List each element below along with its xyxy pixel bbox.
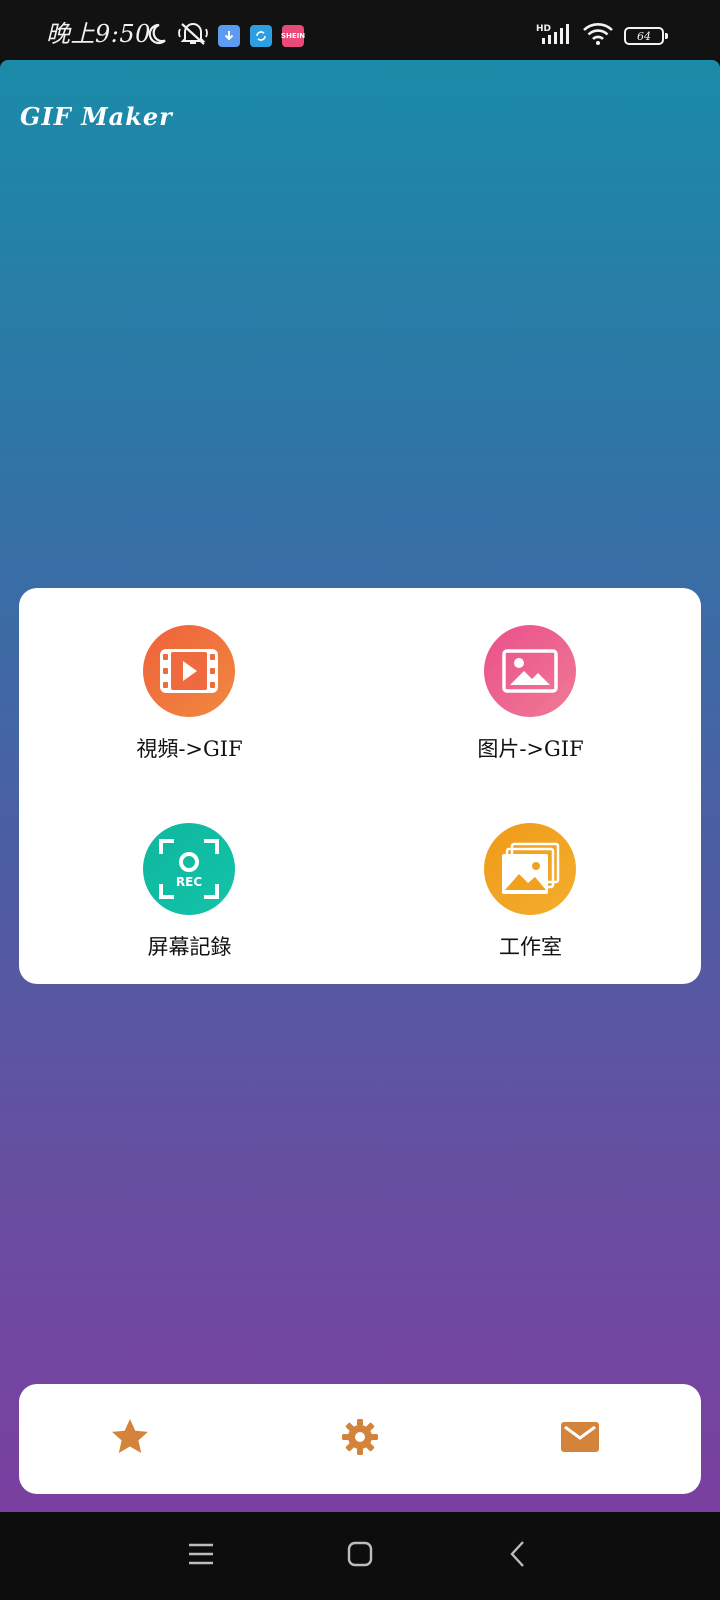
battery-icon: 64 bbox=[624, 27, 668, 45]
mute-icon bbox=[178, 21, 208, 51]
app-background: GIF Maker 視頻->GIF 图片->GIF REC 屏幕記錄 工作室 bbox=[0, 60, 720, 1512]
wifi-icon bbox=[582, 22, 614, 50]
menu-item-studio[interactable]: 工作室 bbox=[360, 786, 701, 984]
status-time: 晚上9:50 bbox=[46, 20, 151, 48]
mail-button[interactable] bbox=[555, 1414, 605, 1464]
app-title: GIF Maker bbox=[20, 102, 173, 131]
menu-item-video-to-gif[interactable]: 視頻->GIF bbox=[19, 588, 360, 786]
image-icon bbox=[484, 625, 576, 717]
hd-signal-icon: HD bbox=[536, 22, 572, 50]
home-icon bbox=[347, 1541, 373, 1571]
home-button[interactable] bbox=[338, 1534, 382, 1578]
system-nav-bar bbox=[0, 1512, 720, 1600]
download-app-icon bbox=[218, 25, 240, 47]
mail-icon bbox=[560, 1421, 600, 1457]
star-icon bbox=[110, 1417, 150, 1461]
sync-app-icon bbox=[250, 25, 272, 47]
rec-text: REC bbox=[176, 875, 202, 889]
moon-icon bbox=[144, 22, 168, 50]
status-bar: 晚上9:50 SHEIN HD 64 bbox=[0, 0, 720, 60]
video-film-icon bbox=[143, 625, 235, 717]
menu-item-screen-record[interactable]: REC 屏幕記錄 bbox=[19, 786, 360, 984]
gallery-stack-icon bbox=[484, 823, 576, 915]
settings-button[interactable] bbox=[335, 1414, 385, 1464]
feature-menu-card: 視頻->GIF 图片->GIF REC 屏幕記錄 工作室 bbox=[19, 588, 701, 984]
screen-record-icon: REC bbox=[143, 823, 235, 915]
back-icon bbox=[508, 1540, 528, 1572]
gear-icon bbox=[340, 1417, 380, 1461]
svg-text:HD: HD bbox=[536, 24, 551, 34]
status-left-icons: SHEIN bbox=[144, 21, 305, 51]
menu-icon bbox=[187, 1542, 215, 1570]
status-right-icons: HD 64 bbox=[536, 22, 668, 50]
pink-app-icon: SHEIN bbox=[281, 25, 305, 47]
bottom-action-bar bbox=[19, 1384, 701, 1494]
star-button[interactable] bbox=[105, 1414, 155, 1464]
recent-apps-button[interactable] bbox=[179, 1534, 223, 1578]
back-button[interactable] bbox=[496, 1534, 540, 1578]
menu-label-video-to-gif: 視頻->GIF bbox=[136, 737, 243, 761]
menu-item-image-to-gif[interactable]: 图片->GIF bbox=[360, 588, 701, 786]
menu-label-image-to-gif: 图片->GIF bbox=[477, 737, 584, 761]
menu-label-studio: 工作室 bbox=[499, 935, 562, 959]
menu-label-screen-record: 屏幕記錄 bbox=[147, 935, 232, 959]
